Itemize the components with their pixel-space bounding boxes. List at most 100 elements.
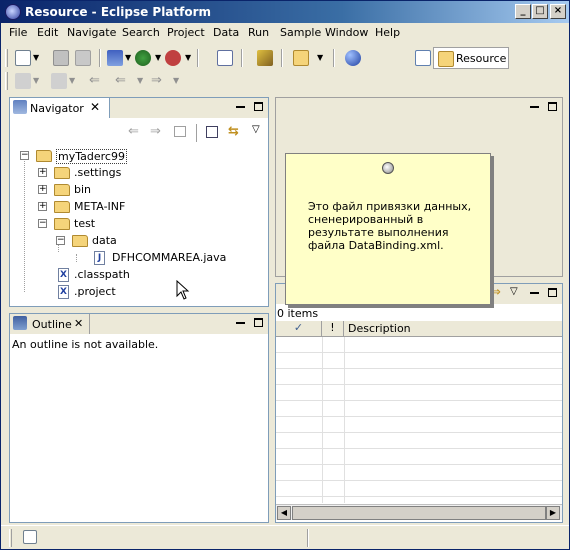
tasks-count: 0 items [277, 307, 319, 320]
expand-toggle-icon[interactable]: + [38, 185, 47, 194]
expand-toggle-icon[interactable]: + [38, 202, 47, 211]
tree-item-label: .classpath [74, 268, 130, 281]
menu-search[interactable]: Search [122, 26, 160, 39]
scroll-thumb[interactable] [292, 506, 546, 520]
new-icon[interactable] [15, 50, 31, 66]
close-outline-icon[interactable]: ✕ [74, 317, 83, 330]
toolbar-grip [5, 49, 8, 67]
folder-icon [54, 201, 70, 213]
tasks-view: ⇒ ▽ 0 items ✓ ! Description ◀ ▶ [275, 283, 563, 523]
column-header-description[interactable]: Description [348, 322, 411, 335]
grid-line [344, 337, 345, 503]
column-header-priority[interactable]: ! [322, 321, 344, 337]
wand-icon[interactable] [257, 50, 273, 66]
open-folder-icon [72, 235, 88, 247]
status-separator [307, 529, 309, 547]
minimize-tasks-button[interactable] [530, 288, 539, 294]
maximize-window-button[interactable]: □ [532, 4, 548, 19]
filter-icon[interactable]: ⇒ [490, 285, 501, 300]
forward-icon[interactable]: ⇒ [151, 73, 167, 89]
perspective-label: Resource [456, 52, 507, 65]
open-perspective-icon[interactable] [415, 50, 431, 66]
link-with-editor-icon[interactable]: ⇆ [228, 124, 239, 139]
forward-icon[interactable]: ⇒ [150, 124, 161, 139]
external-tools-dropdown-icon[interactable]: ▼ [185, 50, 192, 66]
tree-item-label: .settings [74, 166, 122, 179]
back-dropdown-icon[interactable]: ▼ [137, 73, 144, 89]
close-window-button[interactable]: × [550, 4, 566, 19]
maximize-tasks-button[interactable] [548, 288, 557, 297]
tasks-table-body [276, 337, 562, 503]
toolbar-separator [281, 49, 283, 67]
maximize-outline-button[interactable] [254, 318, 263, 327]
project-folder-icon [36, 150, 52, 162]
expand-toggle-icon[interactable]: + [38, 168, 47, 177]
globe-icon[interactable] [345, 50, 361, 66]
tree-item-label: bin [74, 183, 92, 196]
collapse-toggle-icon[interactable]: − [38, 219, 47, 228]
tab-navigator[interactable]: Navigator ✕ [10, 98, 110, 118]
debug-dropdown-icon[interactable]: ▼ [125, 50, 132, 66]
menu-navigate[interactable]: Navigate [67, 26, 116, 39]
run-dropdown-icon[interactable]: ▼ [155, 50, 162, 66]
minimize-editor-button[interactable] [530, 102, 539, 108]
toolbar-separator [197, 49, 199, 67]
up-icon[interactable] [174, 126, 186, 137]
maximize-navigator-button[interactable] [254, 102, 263, 111]
new-dropdown-icon[interactable]: ▼ [33, 50, 40, 66]
next-annotation-dropdown-icon[interactable]: ▼ [33, 73, 40, 89]
previous-annotation-icon[interactable] [51, 73, 67, 89]
minimize-outline-button[interactable] [236, 318, 245, 324]
tree-item-label: DFHCOMMAREA.java [112, 251, 227, 264]
open-type-icon[interactable] [217, 50, 233, 66]
run-icon[interactable] [135, 50, 151, 66]
menu-project[interactable]: Project [167, 26, 205, 39]
open-folder-icon [54, 218, 70, 230]
maximize-editor-button[interactable] [548, 102, 557, 111]
menu-file[interactable]: File [9, 26, 27, 39]
last-edit-icon[interactable]: ⇐ [89, 73, 105, 89]
perspective-resource-button[interactable]: Resource [433, 47, 509, 69]
folder-icon [54, 184, 70, 196]
tree-connector [76, 254, 77, 262]
menu-sample[interactable]: Sample [280, 26, 321, 39]
xml-file-icon: X [58, 285, 69, 299]
outline-message: An outline is not available. [12, 338, 159, 351]
folder-dropdown-icon[interactable]: ▼ [317, 50, 324, 66]
save-icon[interactable] [53, 50, 69, 66]
tree-connector [24, 156, 25, 292]
close-navigator-icon[interactable]: ✕ [90, 100, 100, 114]
collapse-all-icon[interactable] [206, 126, 218, 138]
debug-icon[interactable] [107, 50, 123, 66]
open-folder-icon[interactable] [293, 50, 309, 66]
minimize-navigator-button[interactable] [236, 102, 245, 108]
scroll-right-icon[interactable]: ▶ [546, 506, 560, 520]
toolbar-separator [99, 49, 101, 67]
print-icon[interactable] [75, 50, 91, 66]
view-menu-icon[interactable]: ▽ [510, 286, 518, 297]
fast-view-icon[interactable] [23, 530, 37, 544]
back-icon[interactable]: ⇐ [128, 124, 139, 139]
navigator-title-bar: Navigator ✕ [10, 98, 268, 118]
external-tools-icon[interactable] [165, 50, 181, 66]
horizontal-scrollbar[interactable]: ◀ ▶ [276, 504, 562, 520]
menu-run[interactable]: Run [248, 26, 269, 39]
column-header-completed[interactable]: ✓ [276, 321, 322, 337]
next-annotation-icon[interactable] [15, 73, 31, 89]
scroll-left-icon[interactable]: ◀ [277, 506, 291, 520]
menu-data[interactable]: Data [213, 26, 239, 39]
toolbar-grip [5, 72, 8, 90]
minimize-window-button[interactable]: _ [515, 4, 531, 19]
tab-outline[interactable]: Outline ✕ [10, 314, 90, 334]
collapse-toggle-icon[interactable]: − [20, 151, 29, 160]
view-menu-icon[interactable]: ▽ [252, 124, 260, 135]
menu-help[interactable]: Help [375, 26, 400, 39]
mouse-cursor-icon [176, 280, 190, 300]
menu-window[interactable]: Window [325, 26, 368, 39]
back-icon[interactable]: ⇐ [115, 73, 131, 89]
navigation-toolbar: ▼ ▼ ⇐ ⇐ ▼ ⇒ ▼ [1, 69, 569, 93]
collapse-toggle-icon[interactable]: − [56, 236, 65, 245]
forward-dropdown-icon[interactable]: ▼ [173, 73, 180, 89]
menu-edit[interactable]: Edit [37, 26, 58, 39]
previous-annotation-dropdown-icon[interactable]: ▼ [69, 73, 76, 89]
